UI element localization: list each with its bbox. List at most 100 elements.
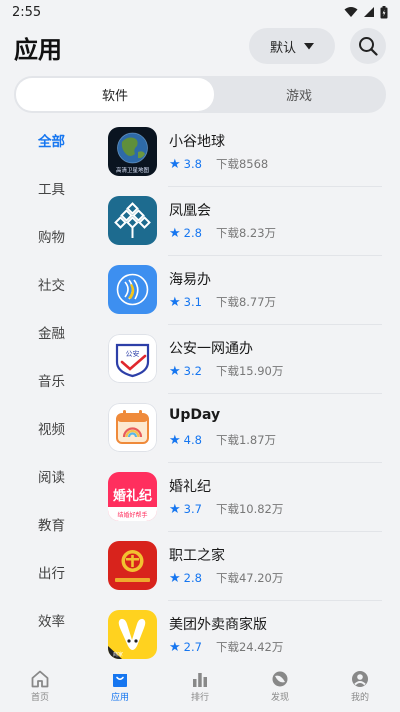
sort-dropdown[interactable]: 默认	[249, 28, 335, 64]
globe-app-icon: 高清卫星地图	[108, 127, 157, 176]
star-icon: ★	[169, 294, 181, 310]
category-shopping[interactable]: 购物	[38, 226, 65, 246]
nav-apps-label: 应用	[110, 693, 129, 703]
bag-icon	[113, 674, 127, 687]
app-downloads: 下载10.82万	[215, 502, 284, 516]
profile-icon	[352, 671, 368, 687]
app-meta: ★ 2.8 下载47.20万	[169, 570, 283, 586]
app-name: 海易办	[169, 272, 211, 288]
app-row[interactable]: 商家 美团外卖商家版 ★ 2.7 下载24.42万	[104, 601, 382, 670]
app-row[interactable]: 海易办 ★ 3.1 下载8.77万	[104, 256, 382, 325]
app-rating: 2.8	[183, 226, 202, 240]
category-tools[interactable]: 工具	[38, 178, 65, 198]
app-row[interactable]: 高清卫星地图 小谷地球 ★ 3.8 下载8568	[104, 118, 382, 187]
status-time: 2:55	[12, 4, 42, 20]
app-name: 公安一网通办	[169, 341, 253, 357]
nav-home[interactable]: 首页	[0, 670, 80, 703]
app-rating: 3.1	[183, 295, 202, 309]
app-name: 小谷地球	[169, 134, 225, 150]
nav-ranking[interactable]: 排行	[160, 670, 240, 703]
star-icon: ★	[169, 156, 181, 172]
search-button[interactable]	[350, 28, 386, 64]
star-icon: ★	[169, 639, 181, 655]
app-name: 凤凰会	[169, 203, 211, 219]
app-name: 美团外卖商家版	[169, 617, 267, 633]
app-meta: ★ 3.2 下载15.90万	[169, 363, 283, 379]
police-service-icon: 公安	[108, 334, 157, 383]
home-icon	[31, 670, 49, 688]
app-meta: ★ 2.7 下载24.42万	[169, 639, 283, 655]
app-rating: 3.7	[183, 502, 202, 516]
app-downloads: 下载47.20万	[215, 571, 284, 585]
segmented-tabs: 软件 游戏	[14, 76, 386, 113]
nav-discover[interactable]: 发现	[240, 670, 320, 703]
calendar-rainbow-icon	[108, 403, 157, 452]
app-downloads: 下载24.42万	[215, 640, 284, 654]
tab-games-label: 游戏	[285, 89, 312, 104]
wedding-app-icon: 婚礼纪 结婚好帮手	[108, 472, 157, 521]
star-icon: ★	[169, 570, 181, 586]
app-rating: 4.8	[183, 433, 202, 447]
star-icon: ★	[169, 432, 181, 448]
app-row[interactable]: 婚礼纪 结婚好帮手 婚礼纪 ★ 3.7 下载10.82万	[104, 463, 382, 532]
nav-apps[interactable]: 应用	[80, 670, 160, 703]
app-downloads: 下载8.23万	[215, 226, 277, 240]
tab-software-label: 软件	[101, 89, 128, 104]
nav-home-label: 首页	[30, 693, 49, 703]
app-name: 婚礼纪	[169, 479, 211, 495]
wedding-tagline: 结婚好帮手	[117, 511, 147, 519]
app-meta: ★ 4.8 下载1.87万	[169, 432, 276, 448]
category-travel[interactable]: 出行	[38, 562, 65, 582]
ranking-icon	[193, 673, 207, 687]
app-rating: 3.2	[183, 364, 202, 378]
caret-down-icon	[304, 42, 314, 49]
category-all[interactable]: 全部	[38, 130, 65, 150]
category-finance[interactable]: 金融	[38, 322, 65, 342]
category-video[interactable]: 视频	[38, 418, 65, 438]
category-education[interactable]: 教育	[38, 514, 65, 534]
nav-discover-label: 发现	[270, 693, 289, 703]
category-reading[interactable]: 阅读	[38, 466, 65, 486]
app-row[interactable]: UpDay ★ 4.8 下载1.87万	[104, 394, 382, 463]
signal-icon	[364, 7, 374, 17]
app-downloads: 下载15.90万	[215, 364, 284, 378]
wedding-logo-text: 婚礼纪	[113, 488, 152, 504]
globe-app-banner: 高清卫星地图	[116, 166, 150, 174]
app-downloads: 下载1.87万	[215, 433, 277, 447]
app-downloads: 下载8568	[215, 157, 269, 171]
page-title: 应用	[14, 36, 62, 64]
category-social[interactable]: 社交	[38, 274, 65, 294]
app-rating: 3.8	[183, 157, 202, 171]
category-efficiency[interactable]: 效率	[38, 610, 65, 630]
nav-profile[interactable]: 我的	[320, 670, 400, 703]
status-bar: 2:55	[0, 0, 400, 24]
app-rating: 2.8	[183, 571, 202, 585]
nav-profile-label: 我的	[350, 693, 369, 703]
star-icon: ★	[169, 363, 181, 379]
phoenix-club-icon	[108, 196, 157, 245]
app-downloads: 下载8.77万	[215, 295, 277, 309]
app-row[interactable]: 公安 公安一网通办 ★ 3.2 下载15.90万	[104, 325, 382, 394]
union-emblem-icon	[108, 541, 157, 590]
app-meta: ★ 3.8 下载8568	[169, 156, 268, 172]
bottom-nav: 首页 应用 排行 发现 我的	[0, 666, 400, 712]
tab-games[interactable]: 游戏	[214, 78, 384, 111]
hai-yi-ban-icon	[108, 265, 157, 314]
app-row[interactable]: 职工之家 ★ 2.8 下载47.20万	[104, 532, 382, 601]
app-meta: ★ 3.7 下载10.82万	[169, 501, 283, 517]
tab-software[interactable]: 软件	[16, 78, 214, 111]
app-rating: 2.7	[183, 640, 202, 654]
app-row[interactable]: 凤凰会 ★ 2.8 下载8.23万	[104, 187, 382, 256]
app-meta: ★ 3.1 下载8.77万	[169, 294, 276, 310]
police-badge-text: 公安	[126, 349, 140, 358]
status-icons	[344, 5, 388, 19]
sort-label: 默认	[269, 40, 296, 56]
app-name: UpDay	[169, 407, 221, 423]
star-icon: ★	[169, 225, 181, 241]
app-meta: ★ 2.8 下载8.23万	[169, 225, 276, 241]
category-music[interactable]: 音乐	[38, 370, 65, 390]
discover-icon	[272, 671, 288, 687]
battery-icon	[380, 5, 388, 18]
wifi-icon	[344, 7, 358, 17]
meituan-merchant-icon: 商家	[108, 610, 157, 659]
